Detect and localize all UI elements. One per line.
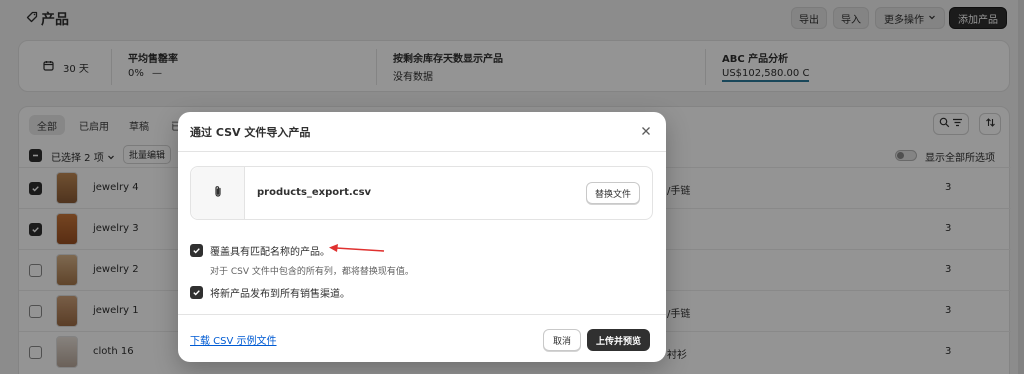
dialog-footer: 下载 CSV 示例文件 取消 上传并预览 (178, 314, 666, 362)
overwrite-help-text: 对于 CSV 文件中包含的所有列，都将替换现有值。 (210, 267, 414, 277)
download-sample-link[interactable]: 下载 CSV 示例文件 (190, 332, 277, 347)
close-icon (641, 126, 651, 139)
close-button[interactable] (638, 124, 654, 140)
paperclip-icon (211, 185, 225, 202)
file-name: products_export.csv (257, 187, 372, 198)
file-icon-box (191, 167, 245, 219)
overwrite-option[interactable]: 覆盖具有匹配名称的产品。 (190, 243, 330, 258)
publish-label: 将新产品发布到所有销售渠道。 (210, 289, 350, 300)
dialog-title: 通过 CSV 文件导入产品 (190, 126, 311, 139)
publish-option[interactable]: 将新产品发布到所有销售渠道。 (190, 285, 350, 300)
selected-file-card: products_export.csv 替换文件 (190, 166, 653, 220)
overwrite-checkbox[interactable] (190, 244, 203, 257)
overwrite-label: 覆盖具有匹配名称的产品。 (210, 247, 330, 258)
import-csv-dialog: 通过 CSV 文件导入产品 products_export.csv 替换文件 覆… (178, 112, 666, 362)
replace-file-button[interactable]: 替换文件 (585, 182, 640, 204)
annotation-arrow (329, 244, 385, 252)
cancel-button[interactable]: 取消 (543, 329, 582, 351)
upload-preview-button[interactable]: 上传并预览 (587, 329, 651, 351)
publish-checkbox[interactable] (190, 286, 203, 299)
dialog-header: 通过 CSV 文件导入产品 (178, 112, 666, 152)
